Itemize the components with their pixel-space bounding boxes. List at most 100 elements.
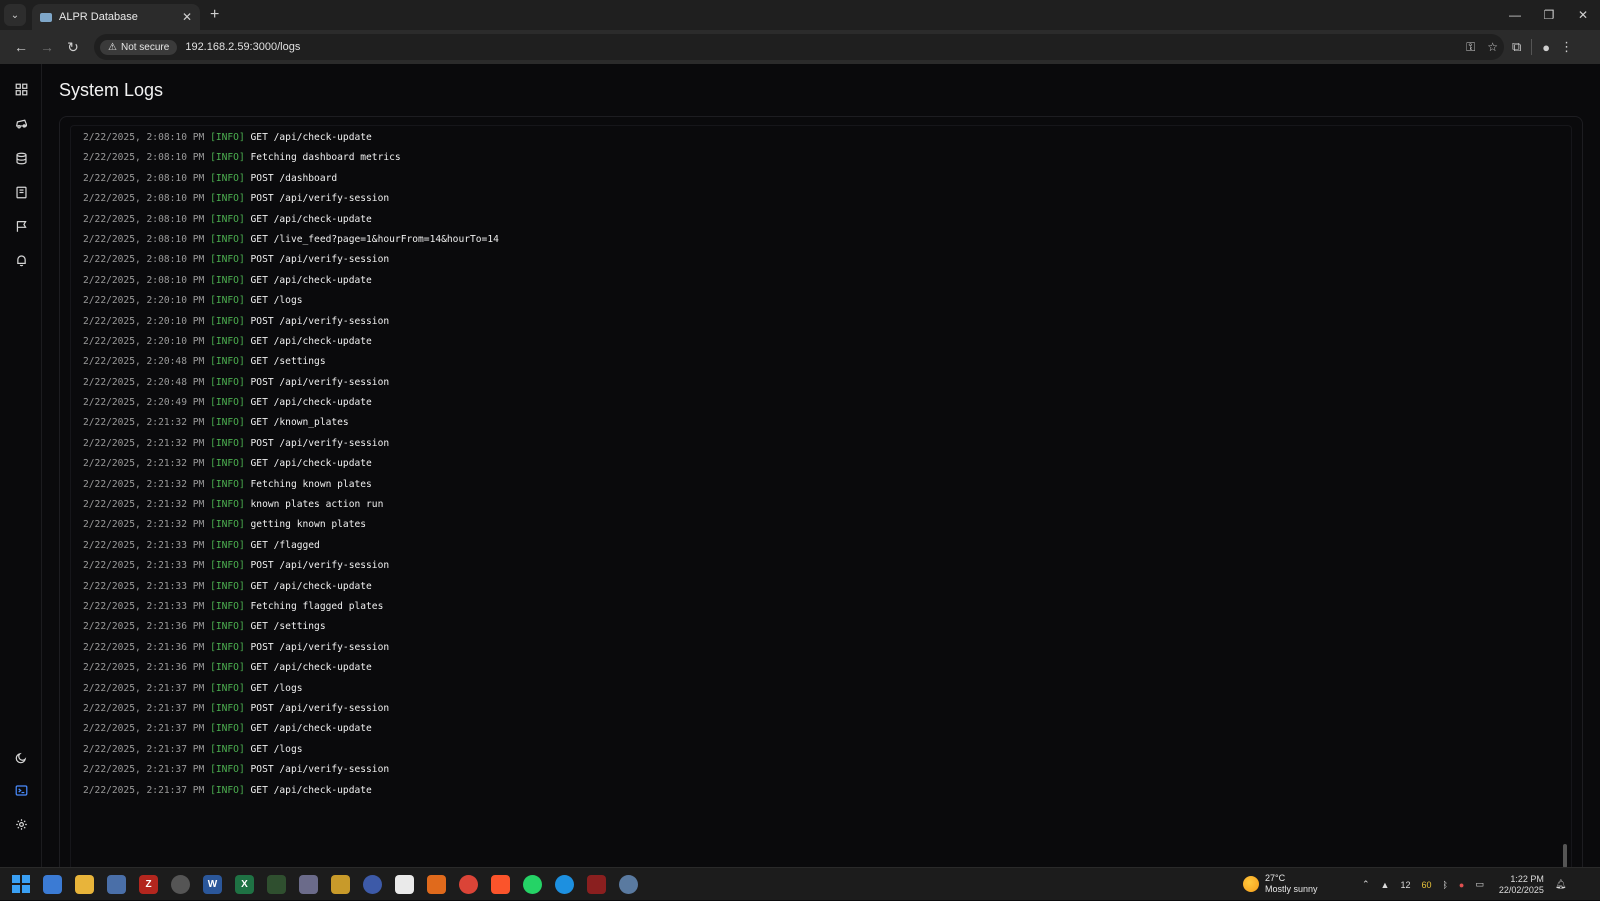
log-level: [INFO]	[210, 580, 245, 592]
close-window-icon[interactable]: ✕	[1566, 0, 1600, 30]
file-explorer-icon[interactable]	[75, 874, 94, 894]
log-level: [INFO]	[210, 702, 245, 714]
log-entry: 2/22/2025, 2:21:37 PM [INFO] GET /api/ch…	[83, 781, 499, 801]
log-entry: 2/22/2025, 2:21:36 PM [INFO] GET /settin…	[83, 617, 499, 637]
new-tab-button[interactable]: +	[210, 6, 219, 24]
log-level: [INFO]	[210, 662, 245, 674]
sidebar-item-dashboard[interactable]	[10, 78, 32, 100]
compass-app-icon[interactable]	[363, 874, 382, 894]
log-message: GET /api/check-update	[250, 397, 372, 409]
sidebar-item-database[interactable]	[10, 147, 32, 169]
drive-icon[interactable]: ▲	[1381, 880, 1390, 890]
display-icon[interactable]: ▭	[1475, 879, 1484, 890]
tab-search-button[interactable]: ⌄	[4, 4, 26, 26]
log-message: GET /api/check-update	[250, 274, 372, 286]
log-entry: 2/22/2025, 2:21:33 PM [INFO] GET /api/ch…	[83, 577, 499, 597]
chrome-icon[interactable]	[459, 874, 478, 894]
weather-temp: 27°C	[1265, 873, 1286, 883]
log-timestamp: 2/22/2025, 2:21:33 PM	[83, 600, 205, 612]
chevron-down-icon: ⌄	[10, 9, 20, 21]
docker-icon[interactable]	[555, 874, 574, 894]
log-timestamp: 2/22/2025, 2:21:36 PM	[83, 641, 205, 653]
tool-app-icon[interactable]	[299, 874, 318, 894]
log-message: GET /api/check-update	[250, 458, 372, 470]
url-text[interactable]: 192.168.2.59:3000/logs	[185, 41, 1454, 53]
log-entry: 2/22/2025, 2:21:37 PM [INFO] GET /logs	[83, 679, 499, 699]
extensions-icon[interactable]: ⧉	[1512, 39, 1521, 55]
security-chip[interactable]: ⚠ Not secure	[100, 39, 178, 55]
sidebar-item-live-feed[interactable]	[10, 112, 32, 134]
log-list: 2/22/2025, 2:08:10 PM [INFO] GET /api/ch…	[83, 128, 499, 801]
sidebar-item-known-plates[interactable]	[10, 181, 32, 203]
log-entry: 2/22/2025, 2:08:10 PM [INFO] POST /api/v…	[83, 250, 499, 270]
sidebar-item-theme-toggle[interactable]	[10, 746, 32, 768]
whatsapp-icon[interactable]	[523, 874, 542, 894]
logs-scrollbar[interactable]	[1561, 126, 1567, 870]
log-entry: 2/22/2025, 2:21:32 PM [INFO] GET /api/ch…	[83, 454, 499, 474]
word-icon[interactable]: W	[203, 874, 222, 894]
toolbar-actions: ⧉ ● ⋮	[1512, 39, 1573, 55]
tray-number-2[interactable]: 60	[1421, 880, 1431, 890]
os-taskbar: Z W X 27°C Mostly sunny ⌃ ▲ 12 60 ᛒ ● ▭ …	[0, 867, 1600, 900]
profile-icon[interactable]: ●	[1542, 40, 1550, 55]
restore-icon[interactable]: ❐	[1532, 0, 1566, 30]
sidebar-item-flagged[interactable]	[10, 215, 32, 237]
app-circle-icon[interactable]	[171, 874, 190, 894]
excel-icon[interactable]: X	[235, 874, 254, 894]
log-entry: 2/22/2025, 2:08:10 PM [INFO] Fetching da…	[83, 148, 499, 168]
not-secure-label: Not secure	[120, 41, 170, 53]
tray-number-1[interactable]: 12	[1400, 880, 1410, 890]
arrow-left-icon: ←	[14, 39, 28, 55]
log-entry: 2/22/2025, 2:21:36 PM [INFO] GET /api/ch…	[83, 658, 499, 678]
graph-app-icon[interactable]	[267, 874, 286, 894]
chevron-up-icon[interactable]: ⌃	[1362, 879, 1370, 890]
sublime-app-icon[interactable]	[427, 874, 446, 894]
red-app-icon[interactable]	[587, 874, 606, 894]
log-timestamp: 2/22/2025, 2:21:33 PM	[83, 560, 205, 572]
tab-close-icon[interactable]: ✕	[182, 10, 192, 24]
menu-kebab-icon[interactable]: ⋮	[1560, 39, 1573, 55]
weather-widget[interactable]: 27°C Mostly sunny	[1243, 873, 1318, 895]
log-message: POST /api/verify-session	[250, 764, 390, 776]
address-bar[interactable]: ⚠ Not secure 192.168.2.59:3000/logs ⚿ ☆	[94, 34, 1504, 60]
key-icon[interactable]: ⚿	[1466, 40, 1475, 55]
brave-icon[interactable]	[491, 874, 510, 894]
log-message: GET /api/check-update	[250, 723, 372, 735]
log-entry: 2/22/2025, 2:21:33 PM [INFO] Fetching fl…	[83, 597, 499, 617]
moon-icon	[15, 752, 26, 763]
clock-date: 22/02/2025	[1498, 884, 1544, 895]
scrollbar-thumb[interactable]	[1563, 844, 1567, 868]
log-message: POST /dashboard	[250, 172, 338, 184]
minimize-icon[interactable]: —	[1498, 0, 1532, 30]
star-icon[interactable]: ☆	[1487, 40, 1498, 54]
forward-button[interactable]: →	[34, 34, 60, 60]
reload-button[interactable]: ↻	[60, 34, 86, 60]
sidebar-item-notifications[interactable]	[10, 249, 32, 271]
log-timestamp: 2/22/2025, 2:20:49 PM	[83, 397, 205, 409]
log-message: POST /api/verify-session	[250, 315, 390, 327]
sidebar-item-settings[interactable]	[10, 813, 32, 835]
back-button[interactable]: ←	[8, 34, 34, 60]
log-level: [INFO]	[210, 172, 245, 184]
filezilla-icon[interactable]: Z	[139, 874, 158, 894]
network-app-icon[interactable]	[107, 874, 126, 894]
browser-tab-active[interactable]: ALPR Database ✕	[32, 4, 200, 30]
globe-app-icon[interactable]	[619, 874, 638, 894]
notification-bell-icon[interactable]: 🔔︎	[1555, 879, 1566, 890]
log-timestamp: 2/22/2025, 2:08:10 PM	[83, 233, 205, 245]
clock[interactable]: 1:22 PM 22/02/2025	[1499, 874, 1544, 896]
pdf-app-icon[interactable]	[395, 874, 414, 894]
antivirus-icon[interactable]: ●	[1459, 880, 1464, 890]
window-app-icon[interactable]	[331, 874, 350, 894]
windows-start-icon[interactable]	[12, 875, 30, 893]
bluetooth-icon[interactable]: ᛒ	[1443, 880, 1448, 890]
photos-app-icon[interactable]	[43, 874, 62, 894]
logs-scroll-area[interactable]: 2/22/2025, 2:08:10 PM [INFO] GET /api/ch…	[70, 125, 1572, 871]
log-message: GET /api/check-update	[250, 213, 372, 225]
gear-icon	[15, 818, 27, 830]
log-level: [INFO]	[210, 315, 245, 327]
log-level: [INFO]	[210, 784, 245, 796]
log-level: [INFO]	[210, 560, 245, 572]
browser-toolbar: ← → ↻ ⚠ Not secure 192.168.2.59:3000/log…	[0, 30, 1600, 64]
sidebar-item-logs[interactable]	[10, 779, 32, 801]
